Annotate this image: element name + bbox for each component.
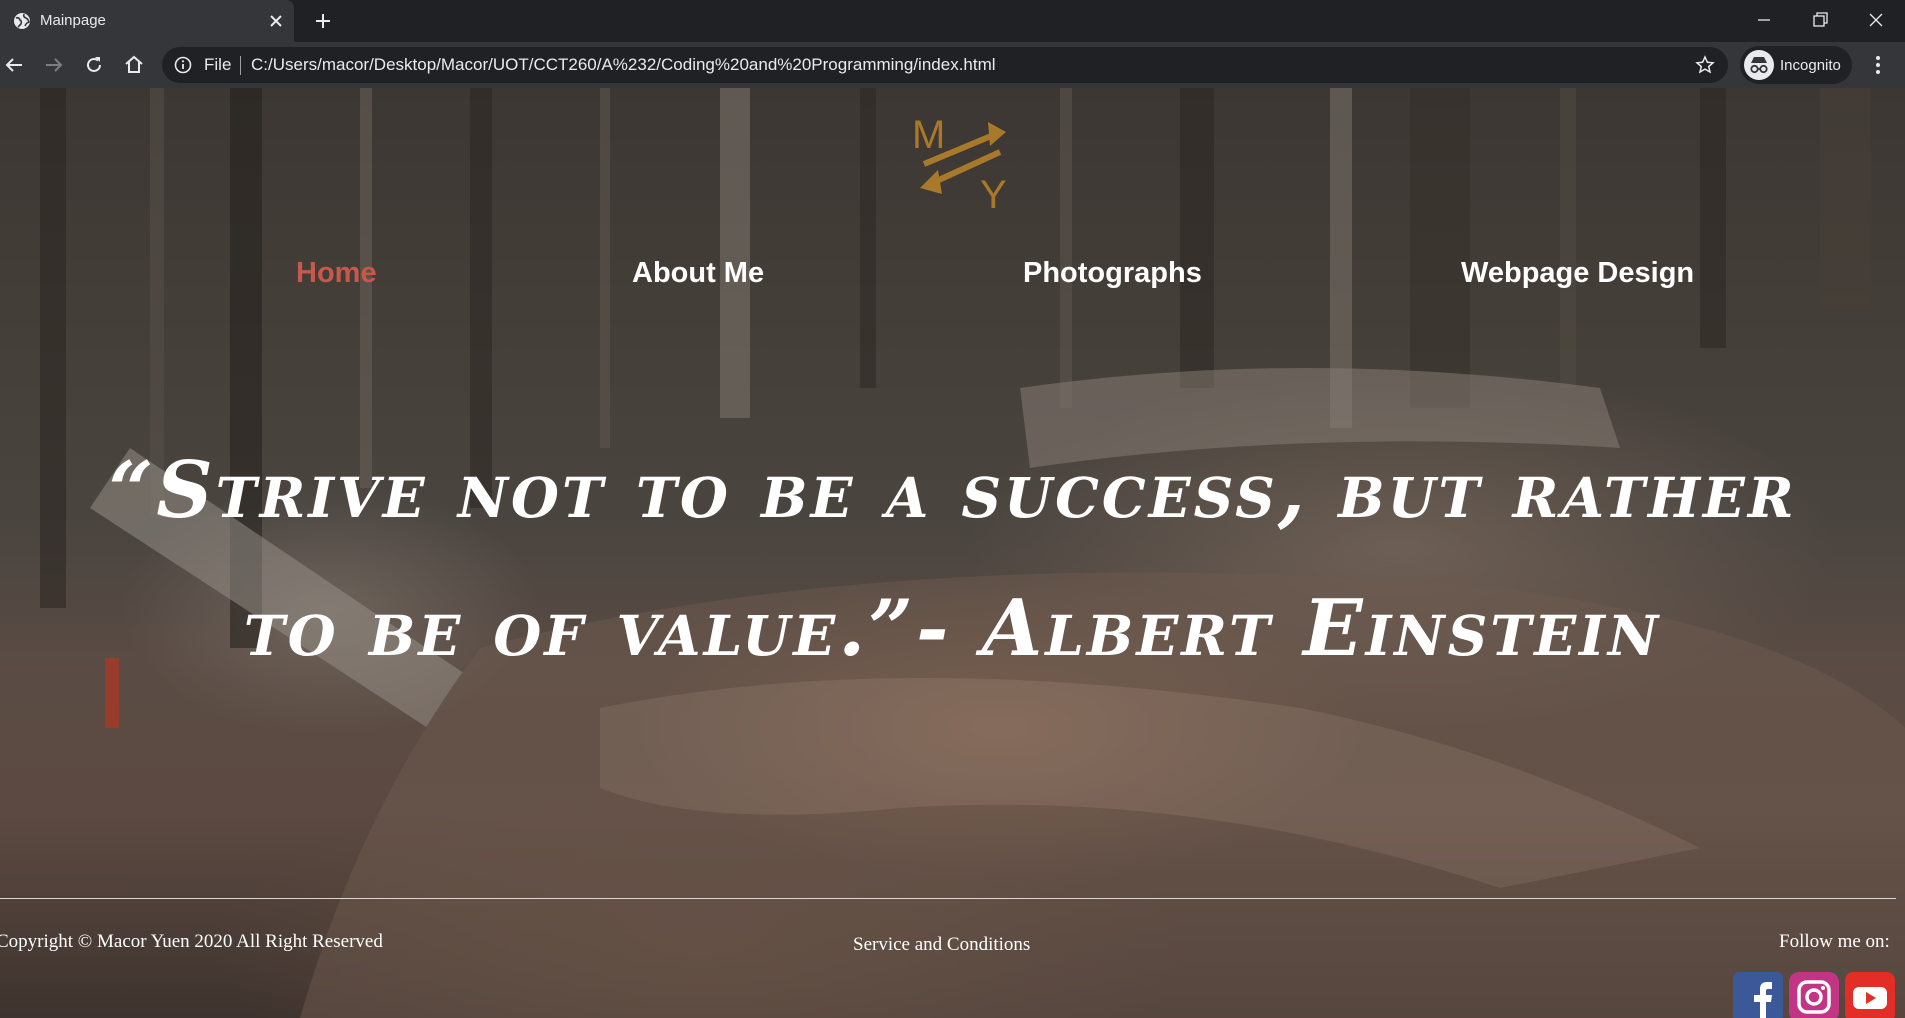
incognito-profile-button[interactable]: Incognito [1740, 46, 1852, 84]
reload-icon[interactable] [82, 53, 106, 77]
nav-home-link[interactable]: Home [296, 256, 377, 290]
info-icon[interactable] [174, 56, 192, 74]
instagram-icon[interactable] [1789, 972, 1839, 1018]
browser-tab[interactable]: Mainpage [0, 0, 294, 42]
footer-divider [0, 898, 1896, 899]
quote-line-1: “Strive not to be a success, but rather [108, 445, 1797, 536]
nav-photographs-link[interactable]: Photographs [1023, 256, 1202, 290]
browser-toolbar: File C:/Users/macor/Desktop/Macor/UOT/CC… [0, 42, 1905, 88]
home-icon[interactable] [122, 53, 146, 77]
facebook-icon[interactable] [1733, 972, 1783, 1018]
tab-title: Mainpage [40, 12, 106, 29]
service-and-conditions-link[interactable]: Service and Conditions [853, 934, 1030, 956]
minimize-icon[interactable] [1752, 8, 1776, 32]
youtube-icon[interactable] [1845, 972, 1895, 1018]
follow-me-label: Follow me on: [1779, 931, 1890, 952]
site-logo[interactable]: M Y [908, 104, 1016, 212]
nav-about-me-link[interactable]: About Me [632, 256, 764, 290]
scheme-separator [240, 56, 241, 75]
bookmark-star-icon[interactable] [1695, 55, 1715, 75]
incognito-label: Incognito [1780, 57, 1841, 74]
url-text[interactable]: C:/Users/macor/Desktop/Macor/UOT/CCT260/… [251, 56, 996, 74]
globe-icon [14, 13, 31, 29]
logo-letter-m: M [912, 113, 945, 157]
nav-webpage-design-link[interactable]: Webpage Design [1461, 256, 1694, 290]
new-tab-icon[interactable] [312, 10, 334, 32]
browser-tab-strip: Mainpage [0, 0, 1905, 42]
hero-quote: “Strive not to be a success, but rather … [0, 422, 1905, 698]
address-bar[interactable]: File C:/Users/macor/Desktop/Macor/UOT/CC… [162, 47, 1728, 83]
close-tab-icon[interactable] [266, 11, 286, 31]
close-window-icon[interactable] [1864, 8, 1888, 32]
scheme-label: File [204, 55, 232, 74]
browser-menu-icon[interactable] [1866, 53, 1890, 77]
logo-letter-y: Y [980, 173, 1007, 212]
quote-line-2: to be of value.”- Albert Einstein [243, 583, 1662, 674]
forward-icon[interactable] [42, 53, 66, 77]
copyright-text: Copyright © Macor Yuen 2020 All Right Re… [0, 931, 383, 952]
page-viewport: M Y Home About Me Photographs Webpage De… [0, 88, 1905, 1018]
restore-icon[interactable] [1808, 8, 1832, 32]
back-icon[interactable] [2, 53, 26, 77]
incognito-icon [1744, 50, 1774, 80]
